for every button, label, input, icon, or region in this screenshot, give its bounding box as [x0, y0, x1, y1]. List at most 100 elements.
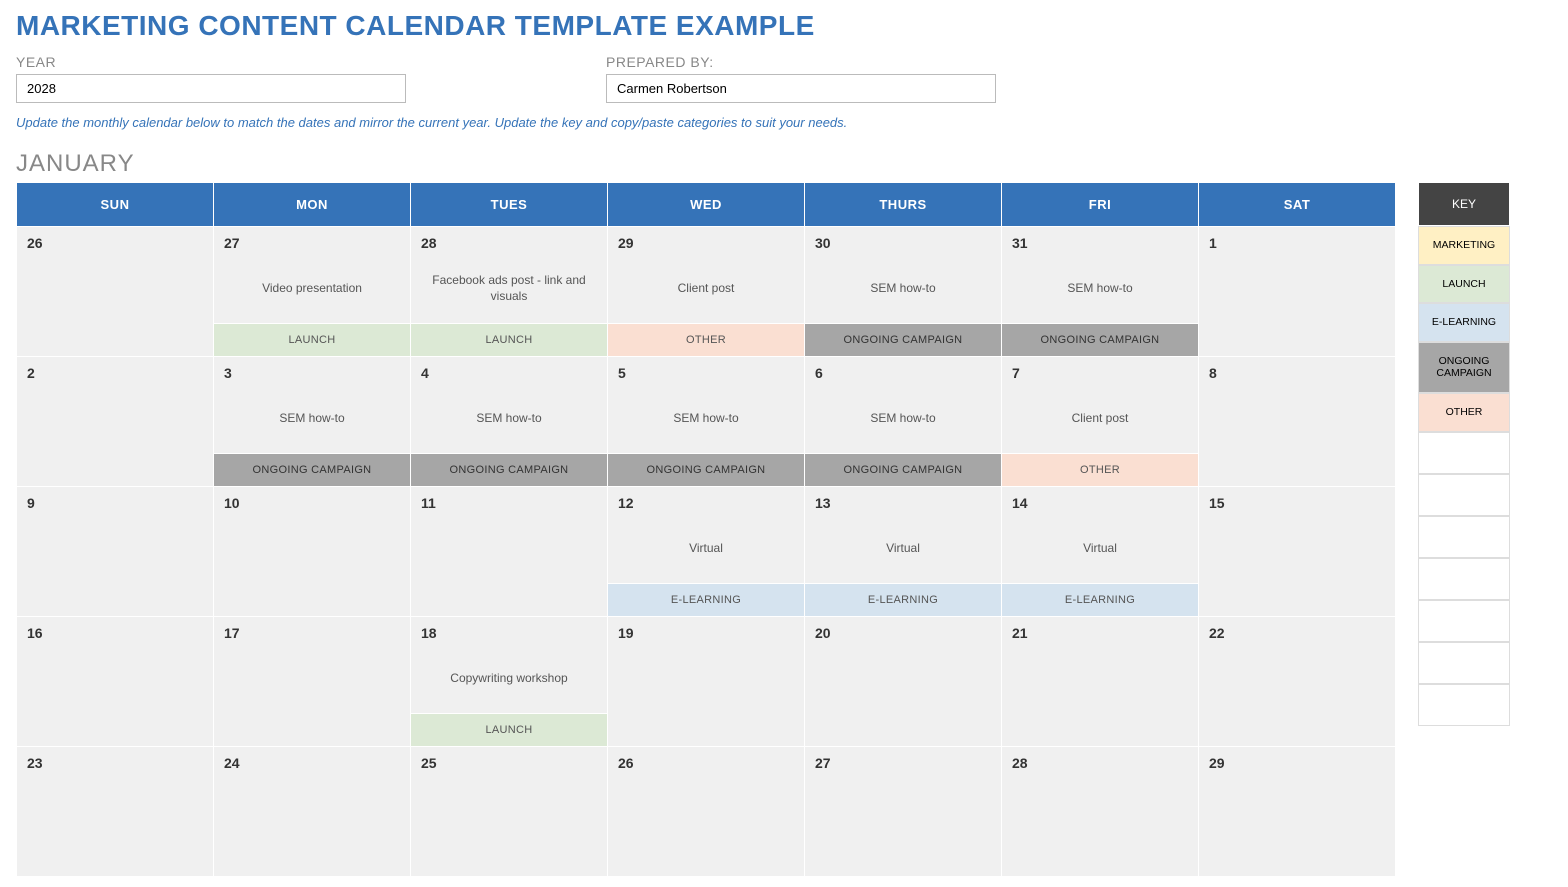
category-tag: E-LEARNING [805, 583, 1001, 616]
calendar-cell[interactable]: 18Copywriting workshopLAUNCH [411, 617, 608, 747]
calendar-cell[interactable]: 21 [1002, 617, 1199, 747]
calendar-cell[interactable]: 27 [805, 747, 1002, 877]
calendar-cell[interactable]: 6SEM how-toONGOING CAMPAIGN [805, 357, 1002, 487]
day-number: 3 [214, 357, 410, 385]
meta-row: YEAR PREPARED BY: [16, 54, 1552, 103]
calendar-cell[interactable]: 28 [1002, 747, 1199, 877]
day-number: 14 [1002, 487, 1198, 515]
day-number: 30 [805, 227, 1001, 255]
day-header: TUES [411, 183, 608, 227]
calendar-cell[interactable]: 11 [411, 487, 608, 617]
key-blank [1418, 474, 1510, 516]
day-header: WED [608, 183, 805, 227]
calendar-cell[interactable]: 15 [1199, 487, 1396, 617]
calendar-cell[interactable]: 29 [1199, 747, 1396, 877]
key-blank [1418, 516, 1510, 558]
day-number: 4 [411, 357, 607, 385]
day-number: 29 [1199, 747, 1395, 775]
calendar-cell[interactable]: 13VirtualE-LEARNING [805, 487, 1002, 617]
year-label: YEAR [16, 54, 406, 70]
category-tag: ONGOING CAMPAIGN [214, 453, 410, 486]
event-text: Virtual [805, 515, 1001, 583]
calendar-table: SUNMONTUESWEDTHURSFRISAT 2627Video prese… [16, 182, 1396, 877]
calendar-cell[interactable]: 19 [608, 617, 805, 747]
key-item: ONGOING CAMPAIGN [1418, 342, 1510, 393]
calendar-row: 9101112VirtualE-LEARNING13VirtualE-LEARN… [17, 487, 1396, 617]
calendar-cell[interactable]: 24 [214, 747, 411, 877]
calendar-cell[interactable]: 10 [214, 487, 411, 617]
event-text: Video presentation [214, 255, 410, 323]
day-number: 8 [1199, 357, 1395, 385]
calendar-cell[interactable]: 16 [17, 617, 214, 747]
calendar-cell[interactable]: 3SEM how-toONGOING CAMPAIGN [214, 357, 411, 487]
calendar-row: 23242526272829 [17, 747, 1396, 877]
key-header: KEY [1418, 182, 1510, 226]
event-text: SEM how-to [1002, 255, 1198, 323]
day-header: SAT [1199, 183, 1396, 227]
category-tag: OTHER [1002, 453, 1198, 486]
calendar-cell[interactable]: 22 [1199, 617, 1396, 747]
day-number: 22 [1199, 617, 1395, 645]
category-tag: LAUNCH [214, 323, 410, 356]
calendar-row: 161718Copywriting workshopLAUNCH19202122 [17, 617, 1396, 747]
key-blank [1418, 642, 1510, 684]
key-blank [1418, 558, 1510, 600]
calendar-cell[interactable]: 23 [17, 747, 214, 877]
calendar-body: 2627Video presentationLAUNCH28Facebook a… [17, 227, 1396, 877]
category-tag: ONGOING CAMPAIGN [608, 453, 804, 486]
event-text: SEM how-to [608, 385, 804, 453]
event-text: Copywriting workshop [411, 645, 607, 713]
calendar-cell[interactable]: 9 [17, 487, 214, 617]
calendar-cell[interactable]: 25 [411, 747, 608, 877]
key-item: MARKETING [1418, 226, 1510, 265]
calendar-cell[interactable]: 26 [17, 227, 214, 357]
day-number: 31 [1002, 227, 1198, 255]
day-number: 13 [805, 487, 1001, 515]
day-number: 18 [411, 617, 607, 645]
day-number: 24 [214, 747, 410, 775]
calendar-cell[interactable]: 12VirtualE-LEARNING [608, 487, 805, 617]
event-text: SEM how-to [214, 385, 410, 453]
month-name: JANUARY [16, 150, 1552, 178]
event-text: SEM how-to [805, 255, 1001, 323]
calendar-cell[interactable]: 30SEM how-toONGOING CAMPAIGN [805, 227, 1002, 357]
calendar-cell[interactable]: 7Client postOTHER [1002, 357, 1199, 487]
calendar-cell[interactable]: 20 [805, 617, 1002, 747]
calendar-cell[interactable]: 27Video presentationLAUNCH [214, 227, 411, 357]
year-input[interactable] [16, 74, 406, 103]
calendar-cell[interactable]: 28Facebook ads post - link and visualsLA… [411, 227, 608, 357]
day-number: 17 [214, 617, 410, 645]
calendar-cell[interactable]: 29Client postOTHER [608, 227, 805, 357]
day-number: 2 [17, 357, 213, 385]
calendar-cell[interactable]: 31SEM how-toONGOING CAMPAIGN [1002, 227, 1199, 357]
calendar-cell[interactable]: 14VirtualE-LEARNING [1002, 487, 1199, 617]
calendar-cell[interactable]: 1 [1199, 227, 1396, 357]
key-item: LAUNCH [1418, 265, 1510, 304]
calendar-cell[interactable]: 5SEM how-toONGOING CAMPAIGN [608, 357, 805, 487]
prepared-input[interactable] [606, 74, 996, 103]
page-title: MARKETING CONTENT CALENDAR TEMPLATE EXAM… [16, 10, 1552, 42]
event-text: SEM how-to [411, 385, 607, 453]
category-tag: E-LEARNING [608, 583, 804, 616]
day-number: 19 [608, 617, 804, 645]
prepared-block: PREPARED BY: [606, 54, 996, 103]
day-number: 29 [608, 227, 804, 255]
category-tag: LAUNCH [411, 323, 607, 356]
calendar-row: 23SEM how-toONGOING CAMPAIGN4SEM how-toO… [17, 357, 1396, 487]
key-blank [1418, 432, 1510, 474]
day-number: 9 [17, 487, 213, 515]
event-text: Virtual [1002, 515, 1198, 583]
calendar-cell[interactable]: 8 [1199, 357, 1396, 487]
category-tag: ONGOING CAMPAIGN [1002, 323, 1198, 356]
event-text: Client post [1002, 385, 1198, 453]
calendar-cell[interactable]: 2 [17, 357, 214, 487]
day-header: FRI [1002, 183, 1199, 227]
day-number: 21 [1002, 617, 1198, 645]
day-header: SUN [17, 183, 214, 227]
calendar-cell[interactable]: 4SEM how-toONGOING CAMPAIGN [411, 357, 608, 487]
calendar-cell[interactable]: 26 [608, 747, 805, 877]
calendar-cell[interactable]: 17 [214, 617, 411, 747]
day-header: THURS [805, 183, 1002, 227]
day-number: 6 [805, 357, 1001, 385]
prepared-label: PREPARED BY: [606, 54, 996, 70]
